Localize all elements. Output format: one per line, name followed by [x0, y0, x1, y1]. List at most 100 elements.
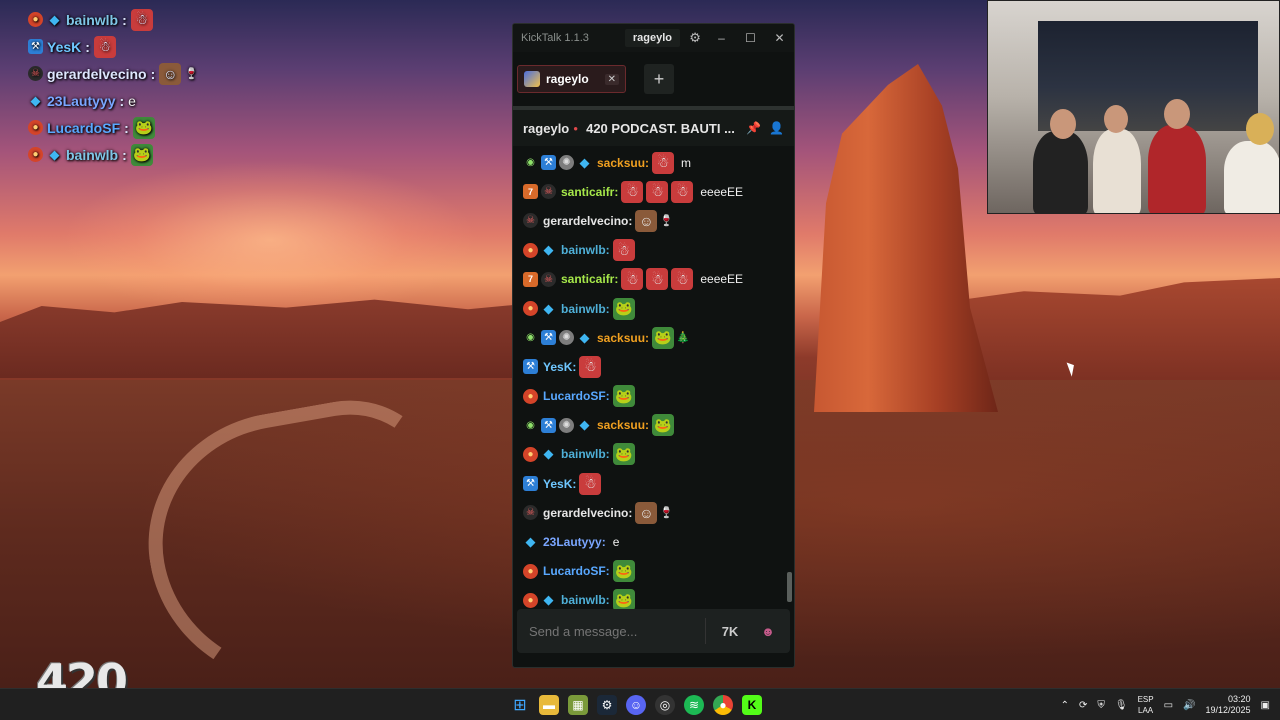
notification-icon[interactable]: ▣	[1261, 700, 1270, 711]
fire-badge-icon: ●	[523, 563, 538, 579]
santa-group-emote-icon: ☃	[646, 268, 669, 291]
pin-icon[interactable]: 📌	[746, 121, 761, 135]
santa-emote-icon: ☃	[652, 151, 675, 174]
cube-badge-icon: ◆	[579, 154, 590, 170]
webcam-person-head	[1104, 105, 1128, 133]
hammer-badge-icon: ⚒	[523, 476, 538, 492]
chat-username[interactable]: LucardoSF:	[543, 389, 610, 403]
stream-header: rageylo ● 420 PODCAST. BAUTI ... 📌 👤	[513, 110, 794, 146]
fire-badge-icon: ●	[523, 446, 538, 462]
chat-scrollbar[interactable]	[787, 572, 792, 602]
chat-message: ◉ ⚒ ✺ ◆ sacksuu: 🐸	[523, 411, 784, 440]
skull-badge-icon: ☠	[523, 505, 538, 521]
fire-badge-icon: ●	[523, 242, 538, 258]
chat-message: ● ◆ bainwlb: 🐸	[523, 440, 784, 469]
channel-tabs: rageylo ✕ +	[513, 52, 794, 106]
wallpaper-mesa-left	[0, 299, 520, 378]
chat-username[interactable]: gerardelvecino:	[543, 214, 632, 228]
chat-username[interactable]: LucardoSF:	[543, 564, 610, 578]
steam-icon[interactable]: ⚙	[597, 695, 617, 715]
window-controls: – ☐ ✕	[707, 31, 794, 45]
chat-username[interactable]: santicaifr:	[561, 185, 618, 199]
wallpaper-sunset-glow	[60, 160, 480, 320]
overlay-line: ◆ 23Lautyyy: e	[28, 87, 197, 114]
app-icon[interactable]: ▦	[568, 695, 588, 715]
chat-username[interactable]: sacksuu:	[597, 156, 649, 170]
cube-badge-icon: ◆	[543, 300, 554, 316]
chat-message: ● LucardoSF: 🐸	[523, 557, 784, 586]
clock[interactable]: 03:20 19/12/2025	[1206, 694, 1251, 716]
chat-username[interactable]: bainwlb:	[561, 593, 610, 607]
windows-start-icon[interactable]: ⊞	[510, 695, 530, 715]
chat-username[interactable]: YesK:	[543, 360, 576, 374]
app-title: KickTalk 1.1.3	[521, 32, 589, 44]
wallpaper-mesa-right	[960, 278, 1280, 388]
chat-username[interactable]: bainwlb:	[561, 447, 610, 461]
chat-username[interactable]: 23Lautyyy:	[543, 535, 606, 549]
microphone-icon[interactable]: 🎙	[1115, 700, 1128, 711]
add-tab-button[interactable]: +	[644, 64, 674, 94]
volume-icon[interactable]: 🔊	[1183, 700, 1195, 711]
cube-badge-icon: ◆	[543, 592, 554, 608]
gear-icon[interactable]: ⚙	[684, 30, 706, 46]
network-icon[interactable]: ▭	[1164, 700, 1173, 711]
overlay-line: ☠ gerardelvecino: ☺ 🍷	[28, 60, 198, 87]
webcam-person	[1033, 131, 1088, 213]
chat-message: ● ◆ bainwlb: 🐸	[523, 294, 784, 323]
hat-emote-icon: 🎄	[676, 332, 690, 345]
gear-badge-icon: ✺	[559, 155, 574, 171]
input-separator	[705, 618, 706, 644]
message-input[interactable]	[529, 623, 705, 639]
chat-username[interactable]: YesK:	[543, 477, 576, 491]
santa-group-emote-icon: ☃	[621, 268, 644, 291]
fire-badge-icon: ●	[28, 147, 43, 162]
kick-emote-icon[interactable]: ☻	[752, 615, 784, 647]
chrome-icon[interactable]: ●	[713, 695, 733, 715]
chat-username[interactable]: gerardelvecino:	[543, 506, 632, 520]
pepe-emote-icon: 🐸	[612, 589, 635, 610]
overlay-username: 23Lautyyy	[47, 92, 116, 109]
chat-message: ⚒ YesK: ☃	[523, 352, 784, 381]
7tv-emote-button[interactable]: 7K	[714, 615, 746, 647]
chat-username[interactable]: bainwlb:	[561, 302, 610, 316]
chat-messages[interactable]: ◉ ⚒ ✺ ◆ sacksuu: ☃ m 7 ☠ santicaifr: ☃ ☃…	[513, 146, 794, 610]
tab-rageylo[interactable]: rageylo ✕	[517, 65, 626, 93]
pepe-emote-icon: 🐸	[130, 143, 153, 166]
santa-emote-icon: ☃	[579, 355, 602, 378]
kicktalk-window: KickTalk 1.1.3 rageylo ⚙ – ☐ ✕ rageylo ✕…	[512, 23, 795, 668]
sync-icon[interactable]: ⟳	[1079, 700, 1087, 711]
chat-message: ◆ 23Lautyyy: e	[523, 527, 784, 556]
user-icon[interactable]: 👤	[769, 121, 784, 135]
face-emote-icon: ☺	[635, 209, 658, 232]
chat-message: ● ◆ bainwlb: 🐸	[523, 586, 784, 610]
maximize-button[interactable]: ☐	[736, 31, 765, 45]
close-tab-icon[interactable]: ✕	[604, 73, 619, 85]
shield-icon[interactable]: ⛨	[1097, 700, 1105, 711]
chat-username[interactable]: sacksuu:	[597, 418, 649, 432]
chat-username[interactable]: santicaifr:	[561, 272, 618, 286]
minimize-button[interactable]: –	[707, 31, 736, 45]
obs-icon[interactable]: ◎	[655, 695, 675, 715]
overlay-username: YesK	[47, 38, 82, 55]
chevron-up-icon[interactable]: ⌃	[1061, 700, 1069, 711]
file-explorer-icon[interactable]: ▬	[539, 695, 559, 715]
chat-username[interactable]: bainwlb:	[561, 243, 610, 257]
cube-badge-icon: ◆	[579, 417, 590, 433]
fire-badge-icon: ●	[523, 301, 538, 317]
overlay-username: bainwlb	[66, 11, 119, 28]
language-indicator[interactable]: ESP LAA	[1138, 694, 1154, 716]
overlay-line: ● ◆ bainwlb: ☃	[28, 6, 197, 33]
channel-avatar	[524, 71, 540, 87]
hammer-badge-icon: ⚒	[541, 417, 556, 433]
chat-username[interactable]: sacksuu:	[597, 331, 649, 345]
active-user-button[interactable]: rageylo	[624, 29, 681, 47]
cube-badge-icon: ◆	[543, 446, 554, 462]
taskbar-apps: ⊞ ▬ ▦ ⚙ ☺ ◎ ≋ ● K	[510, 689, 762, 720]
overlay-chat: ● ◆ bainwlb: ☃ ⚒ YesK: ☃ ☠ gerardelvecin…	[28, 6, 198, 168]
spotify-icon[interactable]: ≋	[684, 695, 704, 715]
discord-icon[interactable]: ☺	[626, 695, 646, 715]
overlay-username: LucardoSF	[47, 119, 121, 136]
close-button[interactable]: ✕	[765, 31, 794, 45]
kick-app-icon[interactable]: K	[742, 695, 762, 715]
chat-text: eeeeEE	[700, 272, 744, 287]
